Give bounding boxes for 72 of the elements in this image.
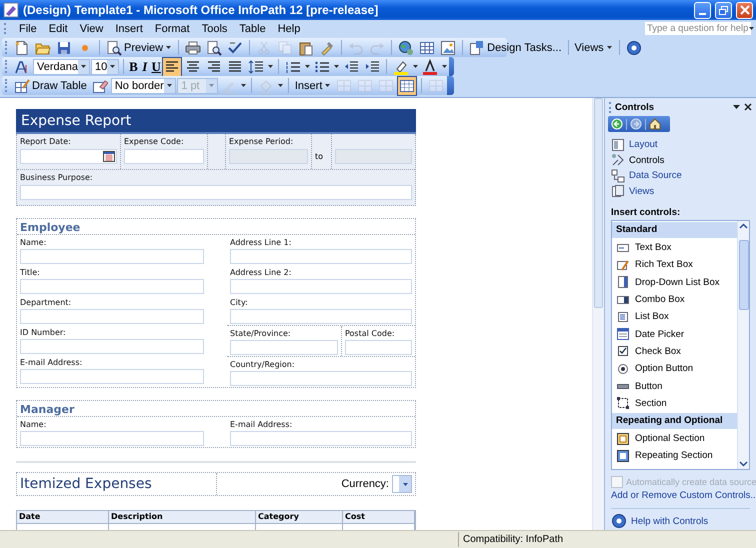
field-label: Currency: — [341, 478, 389, 490]
menu-item[interactable]: Edit — [42, 22, 74, 34]
border-style-field[interactable]: No border — [110, 78, 176, 94]
group-header[interactable]: Repeating and Optional — [612, 412, 737, 429]
pane-link[interactable]: Views — [611, 184, 756, 199]
section-heading: Itemized Expenses — [17, 473, 217, 495]
pane-title: Controls — [615, 102, 654, 112]
pane-label: Insert controls: — [611, 207, 682, 219]
control-item[interactable]: Check Box — [612, 342, 737, 360]
field-label: ID Number: — [20, 327, 67, 339]
preview-button[interactable]: Preview — [104, 38, 174, 56]
control-item[interactable]: List Box — [612, 308, 737, 326]
draw-table-button[interactable]: Draw Table — [12, 76, 89, 94]
group-header[interactable]: Standard — [612, 222, 737, 238]
status-text: Compatibility: InfoPath — [458, 532, 568, 547]
field-label: Name: — [20, 237, 48, 249]
control-item[interactable]: Date Picker — [612, 325, 737, 343]
field-label: City: — [230, 297, 249, 309]
section-heading: Employee — [17, 219, 415, 235]
field-label: Report Date: — [20, 137, 72, 148]
column-header: Date — [17, 511, 109, 524]
control-item[interactable]: Option Button — [612, 360, 737, 378]
help-link[interactable]: Help with Controls — [631, 516, 708, 526]
field-label: Department: — [20, 297, 72, 309]
column-header: Category — [256, 511, 343, 524]
field-label: State/Province: — [230, 328, 292, 340]
insert-button[interactable]: Insert — [292, 78, 334, 92]
pane-link[interactable]: Data Source — [611, 168, 756, 184]
column-header: Description — [109, 511, 256, 524]
menu-item[interactable]: Insert — [109, 22, 149, 34]
help-search-field[interactable]: Type a question for help — [644, 21, 752, 36]
control-item[interactable]: Section — [612, 394, 737, 412]
column-header: Cost — [343, 511, 415, 524]
window-title: (Design) Template1 - Microsoft Office InfoPath 12 [pre-release] — [23, 3, 380, 17]
section-heading: Manager — [17, 401, 415, 417]
separator-label: to — [315, 152, 324, 160]
views-button[interactable]: Views — [572, 40, 615, 54]
field-label: E-mail Address: — [20, 357, 84, 369]
field-label: Name: — [20, 419, 48, 431]
field-label: Expense Period: — [229, 137, 294, 148]
underline-button[interactable]: U — [151, 58, 162, 74]
control-item[interactable]: Repeating Section — [612, 447, 737, 465]
field-label: Country/Region: — [230, 359, 296, 371]
control-item[interactable]: Text Box — [612, 239, 737, 256]
field-label: Address Line 1: — [230, 237, 292, 249]
control-item[interactable]: Optional Section — [612, 430, 737, 448]
field-label: Business Purpose: — [20, 173, 94, 184]
field-label: Postal Code: — [345, 328, 396, 340]
checkbox-label: Automatically create data source — [626, 477, 756, 487]
field-label: Title: — [20, 267, 41, 279]
pane-link[interactable]: Controls — [611, 152, 756, 168]
menu-item[interactable]: File — [13, 22, 43, 34]
field-label: E-mail Address: — [230, 419, 294, 431]
field-label: Expense Code: — [124, 137, 185, 148]
menu-item[interactable]: Help — [272, 22, 306, 34]
field-label: Address Line 2: — [230, 267, 292, 279]
control-item[interactable]: Button — [612, 377, 737, 395]
design-tasks-button[interactable]: Design Tasks... — [467, 38, 564, 56]
menu-item[interactable]: Table — [233, 22, 272, 34]
menu-item[interactable]: Tools — [196, 22, 234, 34]
control-item[interactable]: Drop-Down List Box — [612, 274, 737, 291]
control-item[interactable]: Combo Box — [612, 290, 737, 308]
control-item[interactable]: Rich Text Box — [612, 256, 737, 274]
font-size-field[interactable]: 10 — [90, 58, 120, 74]
italic-button[interactable]: I — [140, 58, 150, 74]
menu-item[interactable]: Format — [148, 22, 196, 34]
form-title: Expense Report — [16, 109, 416, 134]
font-field[interactable]: Verdana — [33, 58, 90, 74]
menu-item[interactable]: View — [74, 22, 110, 34]
pane-link[interactable]: Add or Remove Custom Controls... — [611, 490, 756, 504]
bold-button[interactable]: B — [128, 58, 139, 74]
pane-link[interactable]: Layout — [611, 137, 756, 152]
